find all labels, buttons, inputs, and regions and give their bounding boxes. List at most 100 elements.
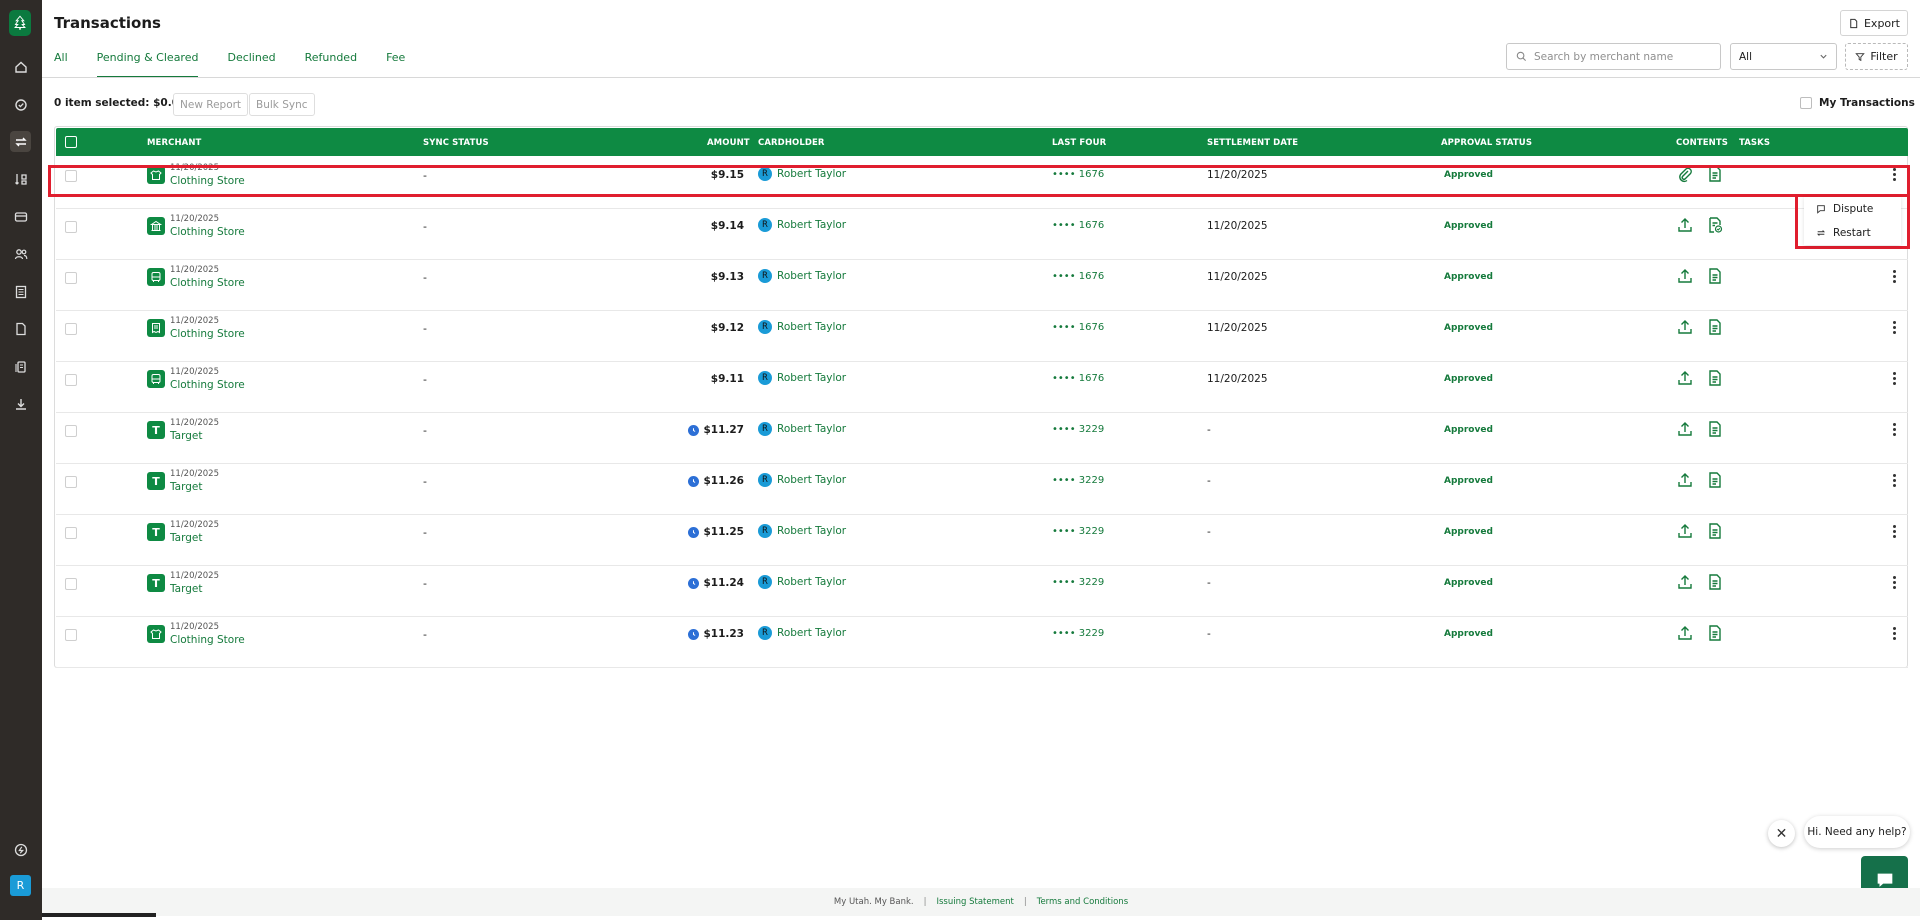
card-last-four[interactable]: •••• 1676 — [1052, 322, 1104, 333]
col-sync-status[interactable]: SYNC STATUS — [423, 138, 489, 148]
cardholder[interactable]: R Robert Taylor — [758, 371, 846, 385]
tab-all[interactable]: All — [54, 42, 68, 78]
upload-icon[interactable] — [1676, 216, 1694, 234]
cardholder[interactable]: R Robert Taylor — [758, 422, 846, 436]
row-checkbox[interactable] — [65, 527, 77, 539]
bulk-sync-button[interactable]: Bulk Sync — [249, 93, 315, 116]
merchant-link[interactable]: Clothing Store — [170, 379, 245, 391]
row-checkbox[interactable] — [65, 629, 77, 641]
terms-link[interactable]: Terms and Conditions — [1037, 897, 1128, 907]
export-button[interactable]: Export — [1840, 10, 1908, 36]
table-row[interactable]: 11/20/2025 Clothing Store - $11.23 R Robert T… — [56, 617, 1908, 668]
row-checkbox[interactable] — [65, 272, 77, 284]
upload-icon[interactable] — [1676, 267, 1694, 285]
receipt-icon[interactable] — [1706, 573, 1724, 591]
cardholder[interactable]: R Robert Taylor — [758, 473, 846, 487]
card-last-four[interactable]: •••• 1676 — [1052, 373, 1104, 384]
card-last-four[interactable]: •••• 1676 — [1052, 271, 1104, 282]
table-row[interactable]: T 11/20/2025 Target - $11.26 R Robert Taylor ••… — [56, 464, 1908, 515]
col-amount[interactable]: AMOUNT — [707, 138, 750, 148]
col-settlement-date[interactable]: SETTLEMENT DATE — [1207, 138, 1298, 148]
card-last-four[interactable]: •••• 1676 — [1052, 220, 1104, 231]
table-row[interactable]: T 11/20/2025 Target - $11.24 R Robert Taylor ••… — [56, 566, 1908, 617]
card-last-four[interactable]: •••• 3229 — [1052, 526, 1104, 537]
my-transactions-checkbox[interactable] — [1800, 97, 1812, 109]
people-icon[interactable] — [10, 243, 31, 264]
filter-button[interactable]: Filter — [1845, 43, 1908, 70]
more-actions-icon[interactable] — [1888, 369, 1900, 387]
merchant-link[interactable]: Target — [170, 583, 202, 595]
col-merchant[interactable]: MERCHANT — [147, 138, 201, 148]
table-row[interactable]: 11/20/2025 Clothing Store - $9.13 R Robert Ta… — [56, 260, 1908, 311]
cardholder[interactable]: R Robert Taylor — [758, 524, 846, 538]
card-last-four[interactable]: •••• 3229 — [1052, 628, 1104, 639]
row-checkbox[interactable] — [65, 476, 77, 488]
receipt-check-icon[interactable] — [1706, 216, 1724, 234]
search-input[interactable] — [1534, 50, 1704, 63]
cardholder[interactable]: R Robert Taylor — [758, 626, 846, 640]
more-actions-icon[interactable] — [1888, 624, 1900, 642]
download-icon[interactable] — [10, 393, 31, 414]
upload-icon[interactable] — [1676, 573, 1694, 591]
upload-icon[interactable] — [1676, 522, 1694, 540]
row-checkbox[interactable] — [65, 578, 77, 590]
table-row[interactable]: T 11/20/2025 Target - $11.25 R Robert Taylor ••… — [56, 515, 1908, 566]
documents-icon[interactable] — [10, 318, 31, 339]
my-transactions-toggle[interactable]: My Transactions — [1800, 97, 1915, 109]
more-actions-icon[interactable] — [1888, 318, 1900, 336]
receipt-icon[interactable] — [1706, 522, 1724, 540]
tab-declined[interactable]: Declined — [227, 42, 275, 78]
menu-item-restart[interactable]: Restart — [1804, 221, 1901, 245]
transactions-icon[interactable] — [10, 131, 31, 152]
tab-fee[interactable]: Fee — [386, 42, 405, 78]
receipt-icon[interactable] — [1706, 369, 1724, 387]
table-row[interactable]: T 11/20/2025 Target - $11.27 R Robert Taylor ••… — [56, 413, 1908, 464]
cardholder[interactable]: R Robert Taylor — [758, 575, 846, 589]
select-all-checkbox[interactable] — [65, 136, 77, 148]
merchant-search[interactable] — [1506, 43, 1721, 70]
receipt-icon[interactable] — [1706, 267, 1724, 285]
merchant-link[interactable]: Clothing Store — [170, 277, 245, 289]
receipt-icon[interactable] — [1706, 420, 1724, 438]
user-avatar[interactable]: R — [10, 875, 31, 896]
upload-icon[interactable] — [1676, 420, 1694, 438]
status-select[interactable]: All — [1730, 43, 1837, 70]
reports-icon[interactable] — [10, 356, 31, 377]
power-icon[interactable] — [10, 839, 31, 860]
upload-icon[interactable] — [1676, 624, 1694, 642]
close-help-button[interactable]: ✕ — [1768, 820, 1795, 847]
new-report-button[interactable]: New Report — [173, 93, 249, 116]
statements-icon[interactable] — [10, 281, 31, 302]
merchant-link[interactable]: Target — [170, 430, 202, 442]
merchant-link[interactable]: Target — [170, 532, 202, 544]
more-actions-icon[interactable] — [1888, 420, 1900, 438]
row-checkbox[interactable] — [65, 425, 77, 437]
merchant-link[interactable]: Clothing Store — [170, 634, 245, 646]
issuing-statement-link[interactable]: Issuing Statement — [937, 897, 1014, 907]
more-actions-icon[interactable] — [1888, 267, 1900, 285]
tab-refunded[interactable]: Refunded — [305, 42, 357, 78]
merchant-link[interactable]: Target — [170, 481, 202, 493]
tab-pending-cleared[interactable]: Pending & Cleared — [96, 42, 199, 78]
upload-icon[interactable] — [1676, 369, 1694, 387]
merchant-link[interactable]: Clothing Store — [170, 328, 245, 340]
card-last-four[interactable]: •••• 3229 — [1052, 475, 1104, 486]
menu-item-dispute[interactable]: Dispute — [1804, 197, 1901, 221]
more-actions-icon[interactable] — [1888, 573, 1900, 591]
cards-icon[interactable] — [10, 206, 31, 227]
cardholder[interactable]: R Robert Taylor — [758, 269, 846, 283]
row-checkbox[interactable] — [65, 374, 77, 386]
col-cardholder[interactable]: CARDHOLDER — [758, 138, 825, 148]
more-actions-icon[interactable] — [1888, 471, 1900, 489]
upload-icon[interactable] — [1676, 471, 1694, 489]
cardholder[interactable]: R Robert Taylor — [758, 218, 846, 232]
bank-logo-icon[interactable] — [9, 10, 31, 36]
table-row[interactable]: 11/20/2025 Clothing Store - $9.12 R Robert Ta… — [56, 311, 1908, 362]
card-last-four[interactable]: •••• 3229 — [1052, 577, 1104, 588]
home-icon[interactable] — [10, 56, 31, 77]
cardholder[interactable]: R Robert Taylor — [758, 320, 846, 334]
more-actions-icon[interactable] — [1888, 522, 1900, 540]
card-last-four[interactable]: •••• 3229 — [1052, 424, 1104, 435]
table-row[interactable]: 11/20/2025 Clothing Store - $9.14 R Robert Ta… — [56, 209, 1908, 260]
col-last-four[interactable]: LAST FOUR — [1052, 138, 1106, 148]
